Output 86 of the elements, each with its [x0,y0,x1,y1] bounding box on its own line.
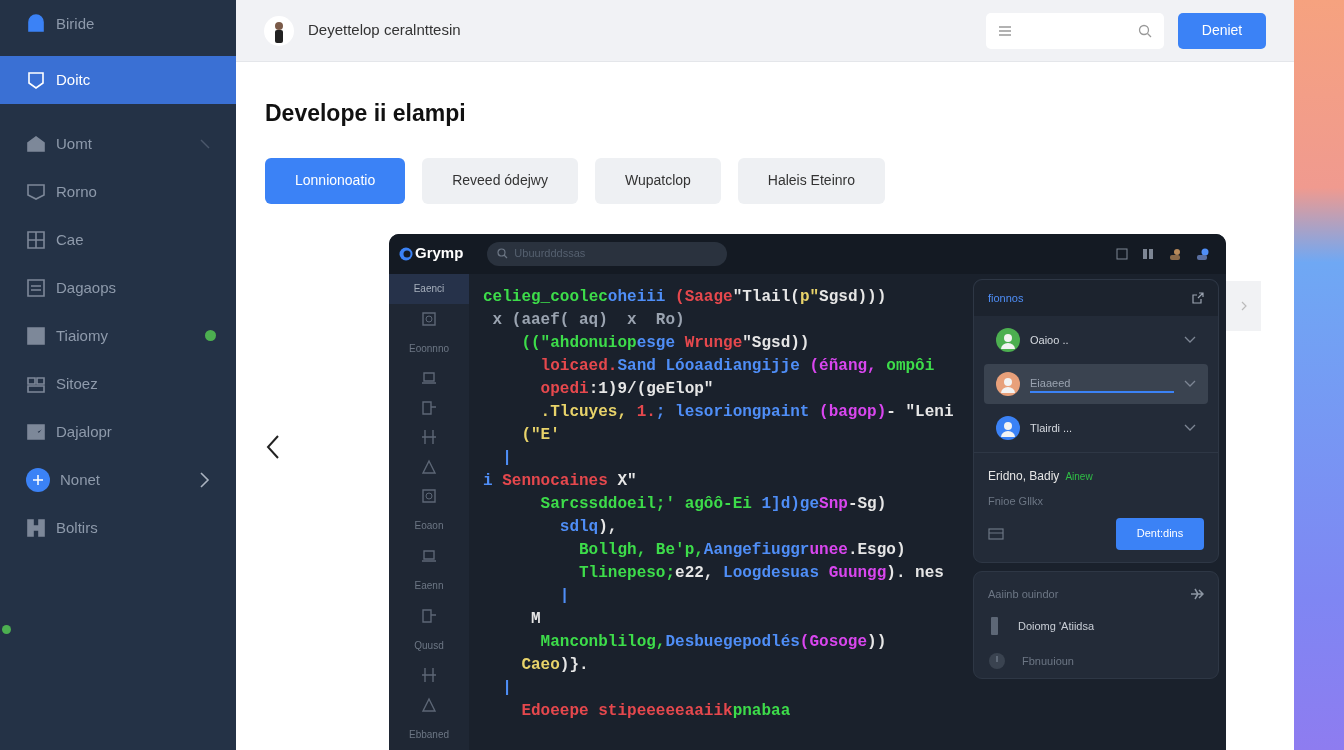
chevron-icon [1184,380,1196,388]
clock-icon [988,652,1006,670]
tab[interactable]: Reveed ódejwy [422,157,578,204]
code-line: Edoeepe stipeeeeeaaiikpnabaa [520,700,792,722]
code-line: Manconblilog,Desbuegepodlés(Gosoge)) [539,631,888,653]
chevron-icon [1184,424,1196,432]
panel-button[interactable]: Dent:dins [1116,517,1204,550]
code-line: (("ahdonuiopesge Wrunge"Sgsd)) [520,332,811,354]
code-line: Sarcssddoeil;' agôô-Ei 1]d)geSnp-Sg) [539,493,888,515]
rail-item[interactable]: Eoaon [389,510,469,542]
rail-item[interactable]: Eaenci [389,273,469,304]
blocks-icon [26,374,46,394]
code-line: celieg_coolecoheiii (Saage"Tlail(p"Sgsd))) [483,286,888,308]
rail-item[interactable]: Eoonnno [389,333,469,364]
plane-icon[interactable] [1190,586,1204,601]
code-line: Caeo)}. [520,654,590,676]
tool-icon[interactable] [420,398,438,417]
status-label: Ainew [1065,471,1093,482]
list-row[interactable]: Eiaaeed [984,364,1208,404]
expand-icon[interactable] [1192,291,1204,304]
panel-title: Aaiinb ouindor [988,586,1059,602]
sidebar-item[interactable]: Tiaiomy [0,312,236,360]
user-icon[interactable] [1168,247,1182,260]
list-row[interactable]: Oaioo .. [984,320,1208,360]
sidebar-item[interactable]: Dagaops [0,264,236,312]
list-item[interactable]: Doiomg 'Atiidsa [974,608,1218,644]
plus-icon [26,468,50,492]
code-line: | [501,677,513,699]
code-line: opedi:1)9/(geElop" [539,378,715,400]
tab[interactable]: Lonnionoatio [265,157,406,204]
sidebar-item[interactable]: Cae [0,216,236,264]
sidebar-item[interactable]: Uomt [0,120,236,168]
search-icon [497,248,509,259]
tool-icon[interactable] [420,457,438,476]
code-line: Tlinepeso;e22, Loogdesuas Guungg). nes [578,562,945,584]
rail-item[interactable]: Quusd [389,630,469,661]
header-button[interactable]: Deniet [1178,12,1266,49]
header-title: Deyettelop ceralnttesin [308,20,462,41]
rail-item[interactable]: Ebbaned [389,719,469,750]
shield-icon [26,70,46,90]
code-line: | [501,447,513,469]
search-field[interactable] [986,12,1164,49]
tool-icon[interactable] [420,309,438,328]
shield-icon [26,182,46,202]
sidebar-item[interactable]: Doitc [0,56,236,104]
sidebar-item[interactable]: Rorno [0,168,236,216]
sidebar-item[interactable]: Nonet [0,456,236,504]
menu-icon [998,24,1012,37]
search-icon [1138,23,1152,38]
code-line: .Tlcuyes, 1.; lesoriongpaint (bagop)- "Leni [539,401,955,423]
list-item[interactable]: Fbnuuioun [974,644,1218,678]
card-icon[interactable] [988,527,1004,540]
tab[interactable]: Wupatclop [594,157,721,204]
chevron-icon[interactable] [200,472,210,488]
code-line: loicaed.Sand Lóoaadiangijje (éñang, ompôi [539,355,936,377]
avatar [264,15,294,46]
tab[interactable]: Haleis Eteinro [737,157,885,204]
code-line: ("E' [520,424,561,446]
panel-title: fionnos [988,290,1024,306]
sidebar-item[interactable]: Biride [0,0,236,48]
code-line: i Sennocaines X" [483,470,638,492]
logo-icon [399,245,413,262]
tool-icon[interactable] [420,487,438,505]
code-line: M [530,608,542,630]
summary-title: Eridno, Badiy [988,469,1060,483]
page-heading: Develope ii elampi [265,99,467,128]
sidebar-item[interactable]: Dajalopr [0,408,236,456]
tool-icon[interactable] [420,695,438,714]
code-line: Bollgh, Be'p,Aangefiuggrunee.Esgo) [578,539,907,561]
summary-subtitle: Fnioe Gllkx [988,494,1045,509]
list-row[interactable]: Tlairdi ... [984,408,1208,448]
app-logo: Grymp [399,242,464,265]
tool-icon[interactable] [420,666,438,685]
code-line: x (aaef( aq) x Ro) [491,309,686,331]
chevron-icon [1184,336,1196,344]
rail-item[interactable]: Eaenn [389,570,469,601]
sidebar-item[interactable]: Sitoez [0,360,236,408]
house-icon [26,134,46,154]
tool-icon[interactable] [420,428,438,447]
code-line: sdlq), [558,516,619,538]
profile-icon[interactable] [1196,247,1210,260]
code-line: | [558,585,571,607]
panel-icon[interactable] [1116,247,1128,260]
image-icon [26,422,46,442]
sidebar-item[interactable]: Boltirs [0,504,236,552]
tool-icon[interactable] [420,606,438,625]
